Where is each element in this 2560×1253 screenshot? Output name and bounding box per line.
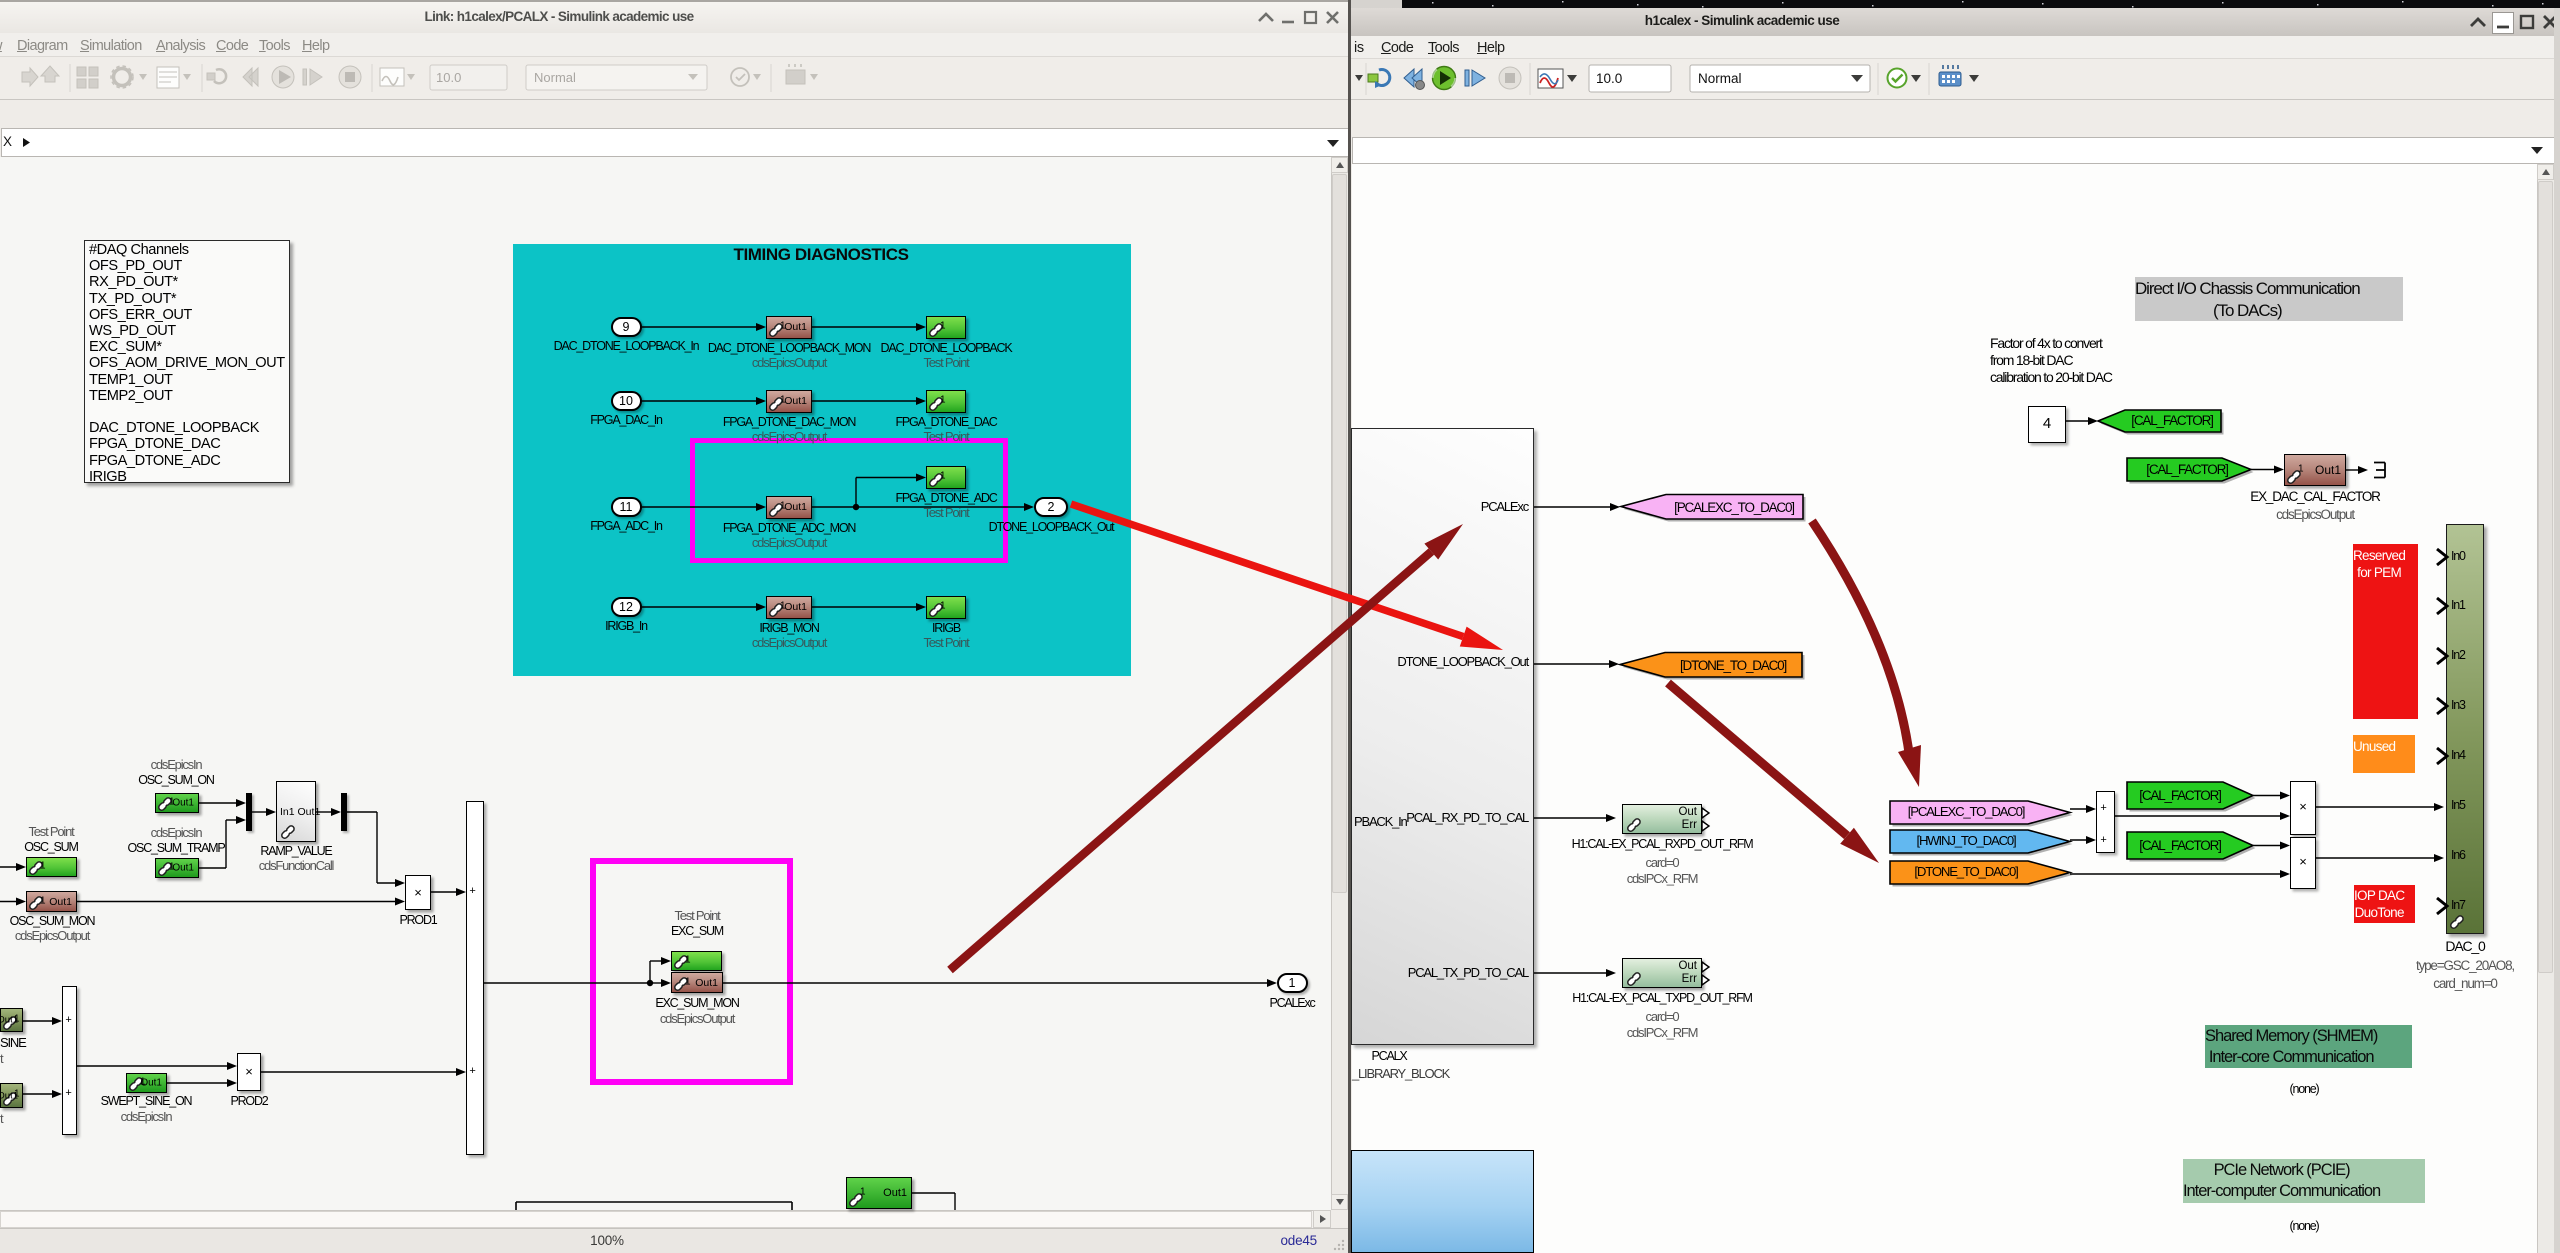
svg-text:10.0: 10.0 xyxy=(436,70,461,85)
svg-text:Normal: Normal xyxy=(534,70,576,85)
svg-text:Normal: Normal xyxy=(1698,71,1742,86)
svg-text:10.0: 10.0 xyxy=(1596,71,1622,86)
